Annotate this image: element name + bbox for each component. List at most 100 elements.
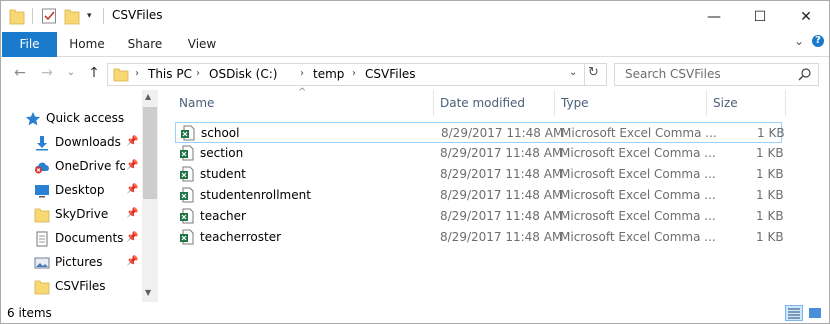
column-divider[interactable]	[433, 90, 434, 116]
sidebar-item-downloads[interactable]: Downloads 📌	[1, 131, 141, 155]
sidebar-item-label: CSVFiles	[55, 279, 106, 293]
file-size: 1 KB	[756, 167, 784, 181]
file-name: teacher	[200, 209, 246, 223]
details-view-icon[interactable]	[785, 305, 803, 321]
address-dropdown-icon[interactable]: ⌄	[569, 67, 577, 78]
file-date-modified: 8/29/2017 11:48 AM	[441, 126, 564, 140]
column-divider[interactable]	[785, 90, 786, 116]
sidebar-item-csvfiles[interactable]: CSVFiles	[1, 275, 141, 299]
scroll-down-icon[interactable]: ▼	[145, 288, 151, 297]
sidebar-item-label: Downloads	[55, 135, 121, 149]
file-type: Microsoft Excel Comma ...	[560, 146, 716, 160]
scroll-up-icon[interactable]: ▲	[145, 92, 151, 101]
table-row[interactable]: student 8/29/2017 11:48 AM Microsoft Excel…	[175, 164, 784, 185]
sidebar-item-pictures[interactable]: Pictures 📌	[1, 251, 141, 275]
refresh-icon[interactable]: ↻	[588, 65, 599, 80]
scrollbar-thumb[interactable]	[143, 107, 157, 199]
properties-icon[interactable]	[41, 7, 57, 27]
customize-qat-icon[interactable]: ▾	[87, 11, 92, 31]
sort-ascending-icon: ^	[298, 87, 307, 98]
file-type: Microsoft Excel Comma ...	[560, 209, 716, 223]
folder-icon	[9, 7, 25, 27]
window-title: CSVFiles	[112, 8, 163, 22]
tab-home[interactable]: Home	[63, 32, 111, 57]
search-input[interactable]: Search CSVFiles	[625, 67, 721, 81]
table-row[interactable]: teacher 8/29/2017 11:48 AM Microsoft Excel…	[175, 206, 784, 227]
excel-csv-file-icon	[179, 187, 195, 203]
excel-csv-file-icon	[179, 166, 195, 182]
large-icons-view-icon[interactable]	[806, 305, 824, 321]
pin-icon[interactable]: 📌	[126, 232, 138, 243]
breadcrumb-csvfiles[interactable]: CSVFiles	[365, 67, 416, 81]
breadcrumb-this-pc[interactable]: This PC	[148, 67, 192, 81]
pin-icon[interactable]: 📌	[126, 160, 138, 171]
up-icon[interactable]: ↑	[85, 65, 103, 83]
sidebar-item-onedrive[interactable]: OneDrive for 📌	[1, 155, 141, 179]
sidebar-item-label: SkyDrive	[55, 207, 109, 221]
download-icon	[34, 135, 50, 151]
title-divider	[103, 8, 104, 24]
column-divider[interactable]	[554, 90, 555, 116]
search-icon[interactable]	[798, 67, 812, 84]
sidebar-item-quick-access[interactable]: Quick access	[1, 107, 141, 131]
file-size: 1 KB	[756, 188, 784, 202]
navigation-pane: Quick access Downloads 📌 OneDrive for 📌 …	[1, 90, 158, 302]
file-date-modified: 8/29/2017 11:48 AM	[440, 146, 563, 160]
sidebar-item-label: Pictures	[55, 255, 103, 269]
title-bar: ▾ CSVFiles — ☐ ✕	[1, 1, 829, 32]
file-date-modified: 8/29/2017 11:48 AM	[440, 167, 563, 181]
address-divider	[584, 64, 585, 85]
table-row[interactable]: section 8/29/2017 11:48 AM Microsoft Excel…	[175, 143, 784, 164]
sidebar-item-documents[interactable]: Documents 📌	[1, 227, 141, 251]
breadcrumb-osdisk[interactable]: OSDisk (C:)	[209, 67, 277, 81]
file-size: 1 KB	[756, 146, 784, 160]
tab-share[interactable]: Share	[121, 32, 169, 57]
sidebar-item-label: Quick access	[46, 111, 125, 125]
recent-locations-icon[interactable]: ⌄	[65, 67, 77, 85]
close-button[interactable]: ✕	[783, 1, 829, 32]
explorer-window: ▾ CSVFiles — ☐ ✕ File Home Share View ⌄ …	[0, 0, 830, 324]
file-type: Microsoft Excel Comma ...	[560, 188, 716, 202]
search-box[interactable]: Search CSVFiles	[614, 63, 819, 86]
pin-icon[interactable]: 📌	[126, 184, 138, 195]
pin-icon[interactable]: 📌	[126, 208, 138, 219]
sidebar-item-skydrive[interactable]: SkyDrive 📌	[1, 203, 141, 227]
forward-icon[interactable]: →	[38, 65, 56, 83]
breadcrumb-separator[interactable]: ›	[135, 68, 139, 79]
expand-ribbon-icon[interactable]: ⌄	[794, 34, 804, 48]
file-size: 1 KB	[756, 209, 784, 223]
column-header-date-modified[interactable]: Date modified	[440, 90, 525, 118]
column-header-type[interactable]: Type	[561, 90, 589, 118]
breadcrumb-separator[interactable]: ›	[352, 68, 356, 79]
table-row[interactable]: teacherroster 8/29/2017 11:48 AM Microsoft…	[175, 227, 784, 248]
column-header-name[interactable]: Name	[179, 90, 214, 118]
table-row[interactable]: studentenrollment 8/29/2017 11:48 AM Micro…	[175, 185, 784, 206]
pin-icon[interactable]: 📌	[126, 256, 138, 267]
breadcrumb-temp[interactable]: temp	[313, 67, 344, 81]
tab-view[interactable]: View	[178, 32, 226, 57]
new-folder-icon[interactable]	[64, 7, 80, 27]
sidebar-scrollbar[interactable]: ▲ ▼	[142, 90, 158, 302]
column-divider[interactable]	[706, 90, 707, 116]
maximize-button[interactable]: ☐	[737, 1, 783, 32]
tab-file[interactable]: File	[2, 32, 57, 57]
breadcrumb-separator[interactable]: ›	[300, 68, 304, 79]
pin-icon[interactable]: 📌	[126, 136, 138, 147]
file-name: school	[201, 126, 240, 140]
folder-icon	[34, 279, 50, 295]
sidebar-item-desktop[interactable]: Desktop 📌	[1, 179, 141, 203]
back-icon[interactable]: ←	[11, 65, 29, 83]
address-bar[interactable]: › This PC › OSDisk (C:) › temp › CSVFile…	[107, 63, 607, 86]
minimize-button[interactable]: —	[691, 1, 737, 32]
table-row[interactable]: school 8/29/2017 11:48 AM Microsoft Excel …	[175, 122, 785, 143]
file-date-modified: 8/29/2017 11:48 AM	[440, 230, 563, 244]
folder-icon	[34, 207, 50, 223]
column-header-size[interactable]: Size	[713, 90, 738, 118]
sidebar-item-label: Documents	[55, 231, 124, 245]
help-icon[interactable]: ?	[812, 35, 824, 47]
folder-icon	[113, 67, 129, 85]
breadcrumb-separator[interactable]: ›	[196, 68, 200, 79]
file-name: student	[200, 167, 246, 181]
file-size: 1 KB	[757, 126, 785, 140]
file-type: Microsoft Excel Comma ...	[560, 167, 716, 181]
